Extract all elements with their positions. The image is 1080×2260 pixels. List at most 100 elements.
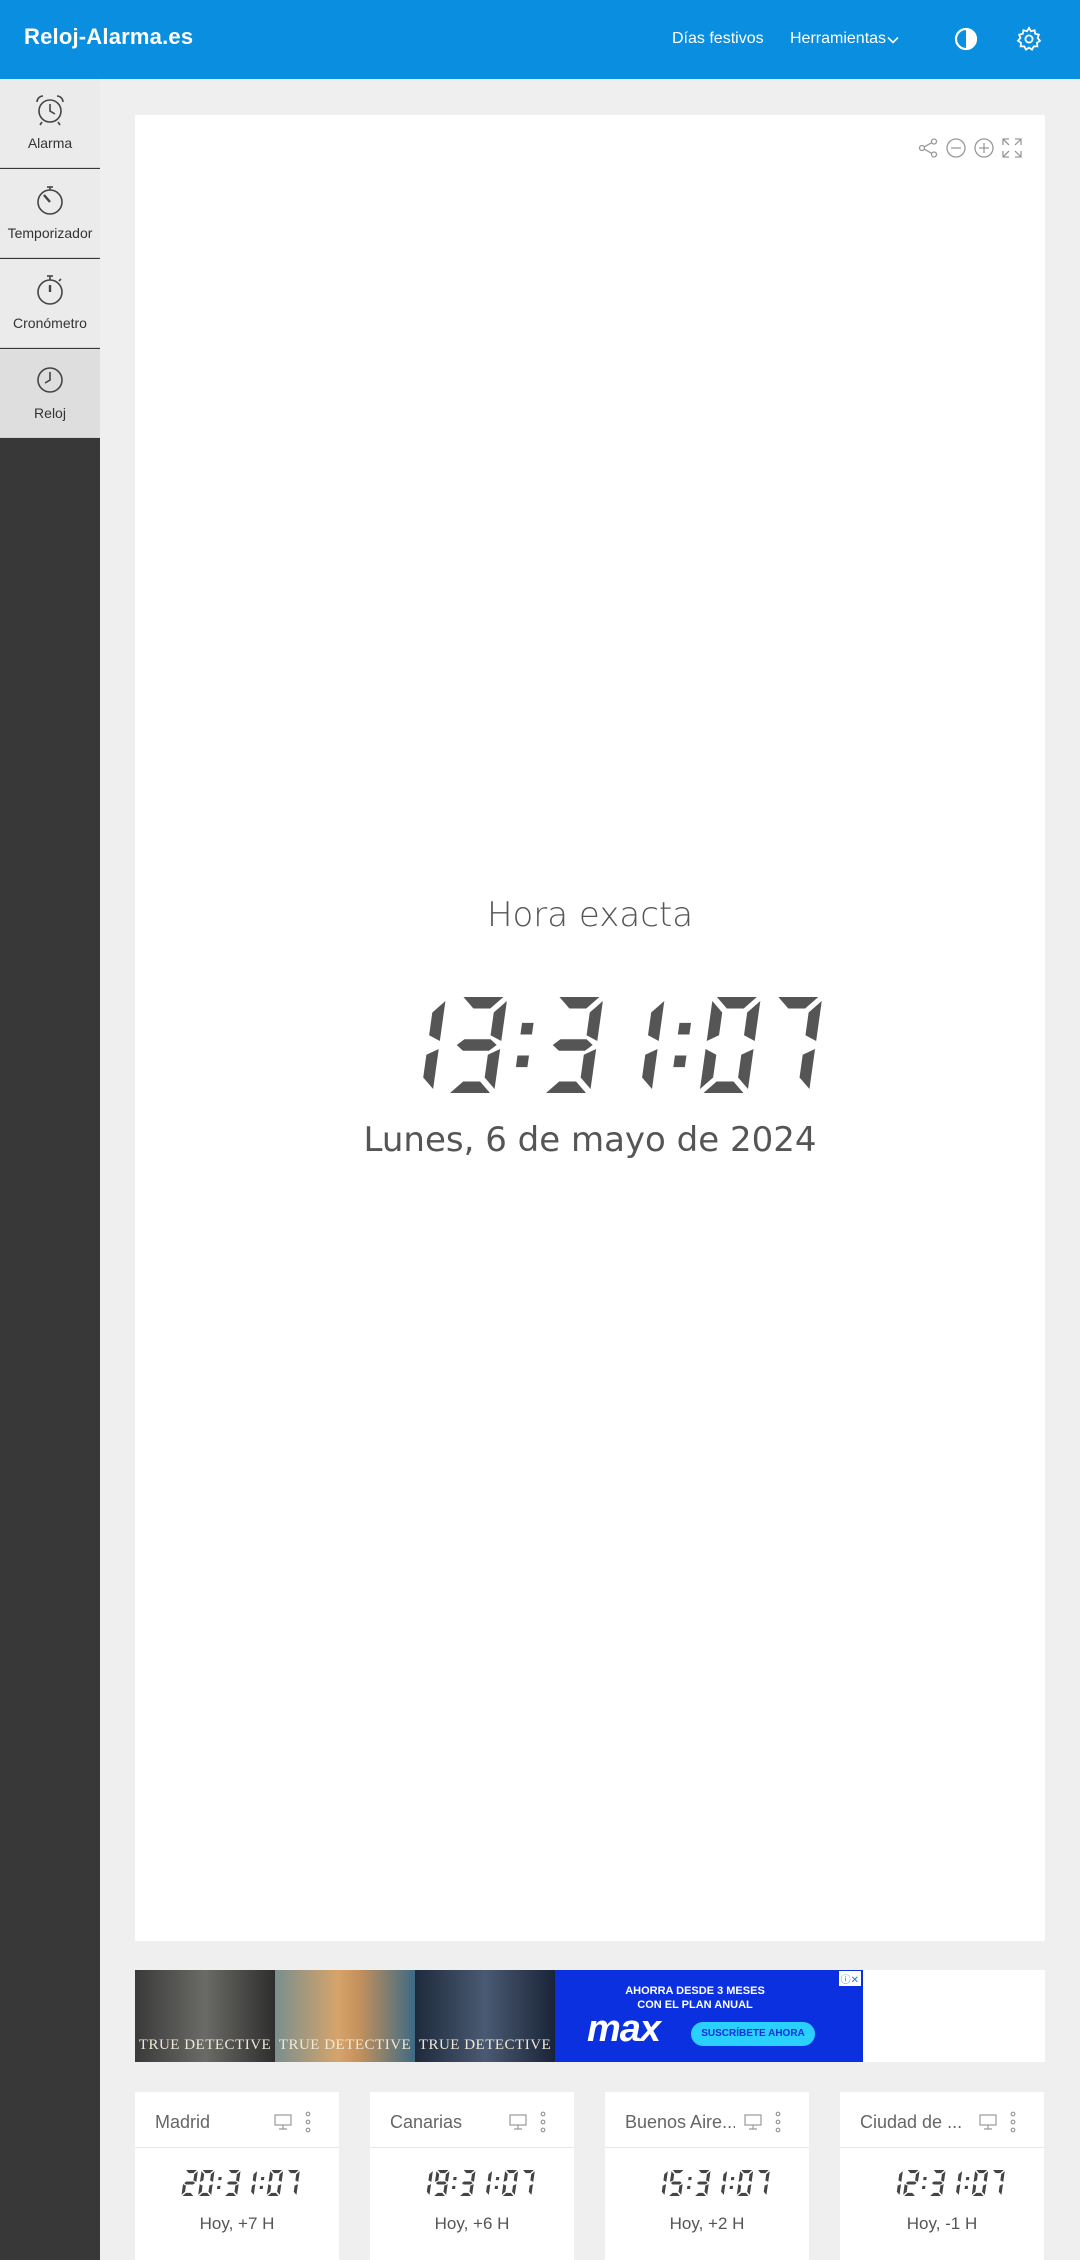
digit-segment [277, 2184, 282, 2195]
city-digital-time [661, 2170, 770, 2196]
site-logo[interactable]: Reloj-Alarma.es [24, 24, 193, 50]
digit-segment [460, 2192, 471, 2196]
monitor-icon[interactable] [508, 2112, 528, 2132]
digit-segment [670, 2181, 682, 2185]
digit-segment [898, 2171, 903, 2182]
digit-segment [896, 2184, 902, 2195]
colon-dot [686, 2185, 691, 2189]
ad-info-icon[interactable]: ⓘ✕ [838, 1971, 861, 1986]
digit-segment [941, 2171, 946, 2182]
colon-dot [515, 1055, 530, 1068]
city-card-canarias[interactable]: Canarias Hoy, +6 H [370, 2092, 574, 2260]
colon-dot [964, 2185, 969, 2189]
more-options-icon[interactable] [303, 2110, 313, 2134]
monitor-icon[interactable] [743, 2112, 763, 2132]
ad-container: TRUE DETECTIVE TRUE DETECTIVE TRUE DETEC… [135, 1970, 1045, 2062]
digit-segment [678, 2184, 683, 2195]
ad-tile[interactable]: TRUE DETECTIVE [415, 1970, 555, 2062]
sidebar: Alarma Temporizador Cronómetro Reloj [0, 79, 100, 2260]
city-card-ciudad-de[interactable]: Ciudad de ... Hoy, -1 H [840, 2092, 1044, 2260]
more-options-icon[interactable] [1008, 2110, 1018, 2134]
fullscreen-icon[interactable] [1001, 137, 1023, 159]
top-header: Reloj-Alarma.es Días festivos Herramient… [0, 0, 1080, 79]
digit-segment [443, 2184, 448, 2195]
city-name: Ciudad de ... [860, 2112, 963, 2132]
ad-tile[interactable]: TRUE DETECTIVE [135, 1970, 275, 2062]
digit-segment [982, 2184, 987, 2195]
digit-segment [528, 2184, 533, 2195]
zoom-out-icon[interactable] [945, 137, 967, 159]
digital-digits-group [423, 997, 822, 1093]
stopwatch-icon [37, 275, 63, 305]
digit-segment [278, 2171, 284, 2182]
digit-segment [225, 2192, 236, 2196]
digit-segment [744, 1001, 761, 1041]
city-time-difference: Hoy, +7 H [199, 2214, 275, 2233]
colon-dot [494, 2185, 499, 2189]
digit-segment [799, 1049, 816, 1089]
digit-segment [268, 2171, 273, 2182]
digit-segment [758, 2170, 769, 2174]
digit-segment [722, 2171, 728, 2182]
digit-segment [546, 1081, 586, 1093]
monitor-icon[interactable] [978, 2112, 998, 2132]
ad-cta-button[interactable]: SUSCRÍBETE AHORA [691, 2022, 815, 2046]
zoom-in-icon[interactable] [973, 137, 995, 159]
city-time-difference: Hoy, +6 H [434, 2214, 510, 2233]
digit-segment [972, 2192, 984, 2196]
digit-segment [295, 2171, 300, 2182]
nav-tools-menu[interactable]: Herramientas [790, 30, 886, 48]
sidebar-item-timer[interactable]: Temporizador [0, 169, 100, 258]
ad-tile[interactable]: TRUE DETECTIVE [275, 1970, 415, 2062]
digit-segment [973, 2171, 978, 2182]
ad-max-promo[interactable]: AHORRA DESDE 3 MESES CON EL PLAN ANUAL m… [555, 1970, 863, 2062]
digit-segment [648, 1001, 665, 1041]
chevron-down-icon[interactable] [886, 33, 900, 47]
digit-segment [763, 2184, 768, 2195]
colon-dot [453, 2177, 457, 2181]
nav-holidays-link[interactable]: Días festivos [672, 30, 764, 48]
city-digital-time [426, 2170, 535, 2196]
sidebar-item-stopwatch[interactable]: Cronómetro [0, 259, 100, 348]
share-icon[interactable] [917, 137, 939, 159]
digit-segment [672, 2170, 684, 2174]
more-options-icon[interactable] [773, 2110, 783, 2134]
colon-dot [495, 2177, 500, 2181]
ad-tile-caption: TRUE DETECTIVE [138, 2037, 272, 2053]
more-options-icon[interactable] [538, 2110, 548, 2134]
digit-segment [976, 2170, 988, 2174]
city-card-madrid[interactable]: Madrid Hoy, +7 H [135, 2092, 339, 2260]
digit-segment [738, 2171, 743, 2182]
digit-segment [208, 2184, 213, 2195]
digit-segment [530, 2171, 535, 2182]
colon-dot [965, 2177, 970, 2181]
digit-segment [805, 1001, 822, 1041]
digit-segment [502, 2192, 514, 2196]
digit-segment [202, 2170, 214, 2174]
clock-icon [37, 367, 63, 393]
digit-segment [434, 2192, 445, 2196]
digit-segment [956, 2184, 961, 2195]
digit-segment [251, 2184, 256, 2195]
city-card-buenos-aires[interactable]: Buenos Aire... Hoy, +2 H [605, 2092, 809, 2260]
digit-segment [737, 2192, 749, 2196]
digit-segment [267, 2192, 279, 2196]
contrast-icon[interactable] [952, 25, 980, 53]
ad-banner[interactable]: TRUE DETECTIVE TRUE DETECTIVE TRUE DETEC… [135, 1970, 863, 2062]
digit-segment [748, 2171, 754, 2182]
colon-dot [729, 2185, 734, 2189]
digit-segment [181, 2184, 186, 2195]
digit-segment [486, 2184, 491, 2195]
ad-tile-caption: TRUE DETECTIVE [418, 2037, 552, 2053]
colon-dot [677, 1022, 692, 1035]
sidebar-item-alarm[interactable]: Alarma [0, 79, 100, 168]
digit-segment [778, 997, 819, 1009]
digit-segment [663, 2171, 668, 2182]
digit-segment [765, 2171, 770, 2182]
city-time-difference: Hoy, -1 H [906, 2214, 978, 2233]
monitor-icon[interactable] [273, 2112, 293, 2132]
sidebar-item-clock[interactable]: Reloj [0, 349, 100, 438]
digit-segment [199, 2171, 205, 2182]
gear-icon[interactable] [1015, 25, 1043, 53]
ad-brand-logo: max [587, 2008, 661, 2050]
